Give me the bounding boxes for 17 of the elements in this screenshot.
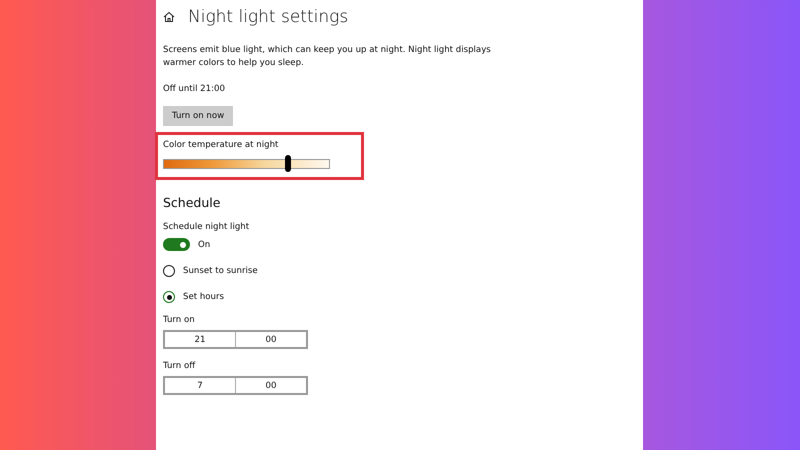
radio-label: Sunset to sunrise <box>183 266 258 276</box>
toggle-label: Schedule night light <box>163 222 250 232</box>
toggle-state-text: On <box>198 240 210 250</box>
page-title: Night light settings <box>188 7 348 27</box>
time-label: Turn off <box>163 361 196 371</box>
slider-thumb[interactable] <box>284 155 291 172</box>
time-label: Turn on <box>163 315 195 325</box>
home-icon[interactable] <box>163 11 175 23</box>
status-text: Off until 21:00 <box>163 84 225 94</box>
slider-label: Color temperature at night <box>163 140 280 150</box>
description-text: Screens emit blue light, which can keep you up at night. Night light displays warmer colors to help you sleep. <box>163 44 492 70</box>
section-heading: Schedule <box>163 195 220 210</box>
radio-label: Set hours <box>183 292 224 302</box>
toggle-switch[interactable] <box>163 238 190 251</box>
radio-button[interactable] <box>163 291 175 303</box>
turn-on-button[interactable]: Turn on now <box>163 106 234 126</box>
radio-button[interactable] <box>163 265 175 277</box>
